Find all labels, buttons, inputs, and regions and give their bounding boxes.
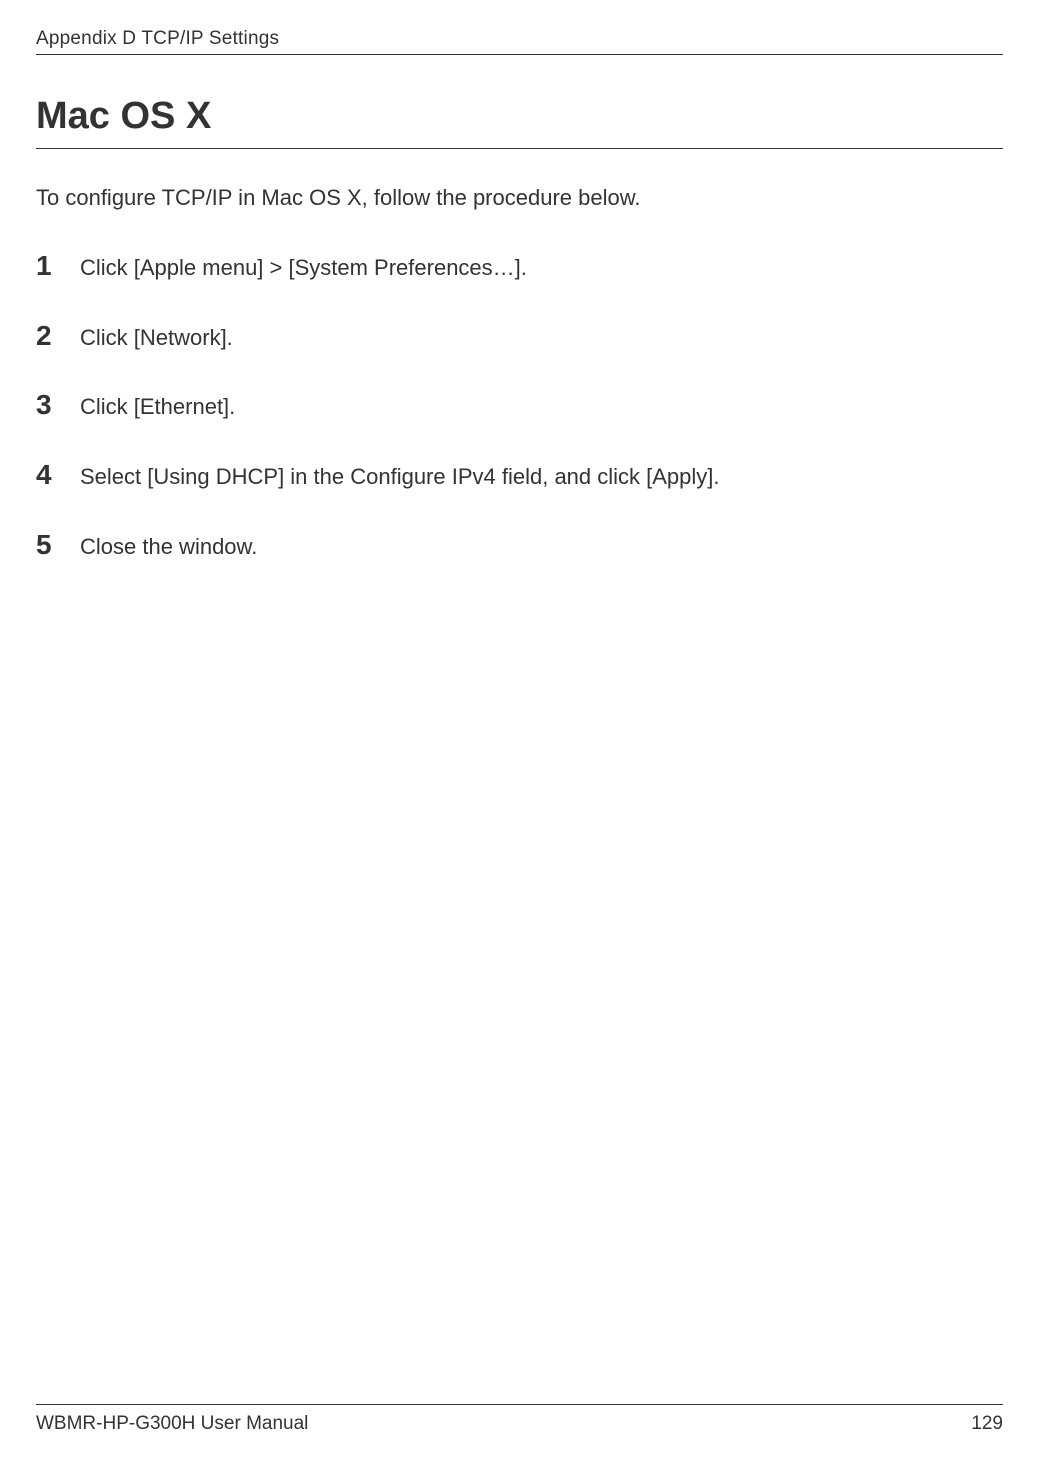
step-item: 3 Click [Ethernet]. xyxy=(36,389,1003,423)
step-number: 5 xyxy=(36,529,80,561)
title-underline xyxy=(36,148,1003,149)
intro-paragraph: To configure TCP/IP in Mac OS X, follow … xyxy=(36,183,1003,214)
step-text: Close the window. xyxy=(80,532,257,563)
page-footer: WBMR-HP-G300H User Manual 129 xyxy=(36,1404,1003,1435)
step-text: Click [Apple menu] > [System Preferences… xyxy=(80,253,527,284)
step-text: Click [Ethernet]. xyxy=(80,392,235,423)
step-number: 2 xyxy=(36,320,80,352)
step-text: Select [Using DHCP] in the Configure IPv… xyxy=(80,462,720,493)
step-text: Click [Network]. xyxy=(80,323,233,354)
step-item: 1 Click [Apple menu] > [System Preferenc… xyxy=(36,250,1003,284)
footer-manual-name: WBMR-HP-G300H User Manual xyxy=(36,1413,308,1435)
page-header: Appendix D TCP/IP Settings xyxy=(36,28,1003,55)
step-number: 3 xyxy=(36,389,80,421)
section-title: Mac OS X xyxy=(36,95,1003,138)
step-item: 4 Select [Using DHCP] in the Configure I… xyxy=(36,459,1003,493)
step-number: 1 xyxy=(36,250,80,282)
footer-page-number: 129 xyxy=(971,1413,1003,1435)
step-number: 4 xyxy=(36,459,80,491)
header-text: Appendix D TCP/IP Settings xyxy=(36,28,279,49)
step-item: 2 Click [Network]. xyxy=(36,320,1003,354)
step-item: 5 Close the window. xyxy=(36,529,1003,563)
